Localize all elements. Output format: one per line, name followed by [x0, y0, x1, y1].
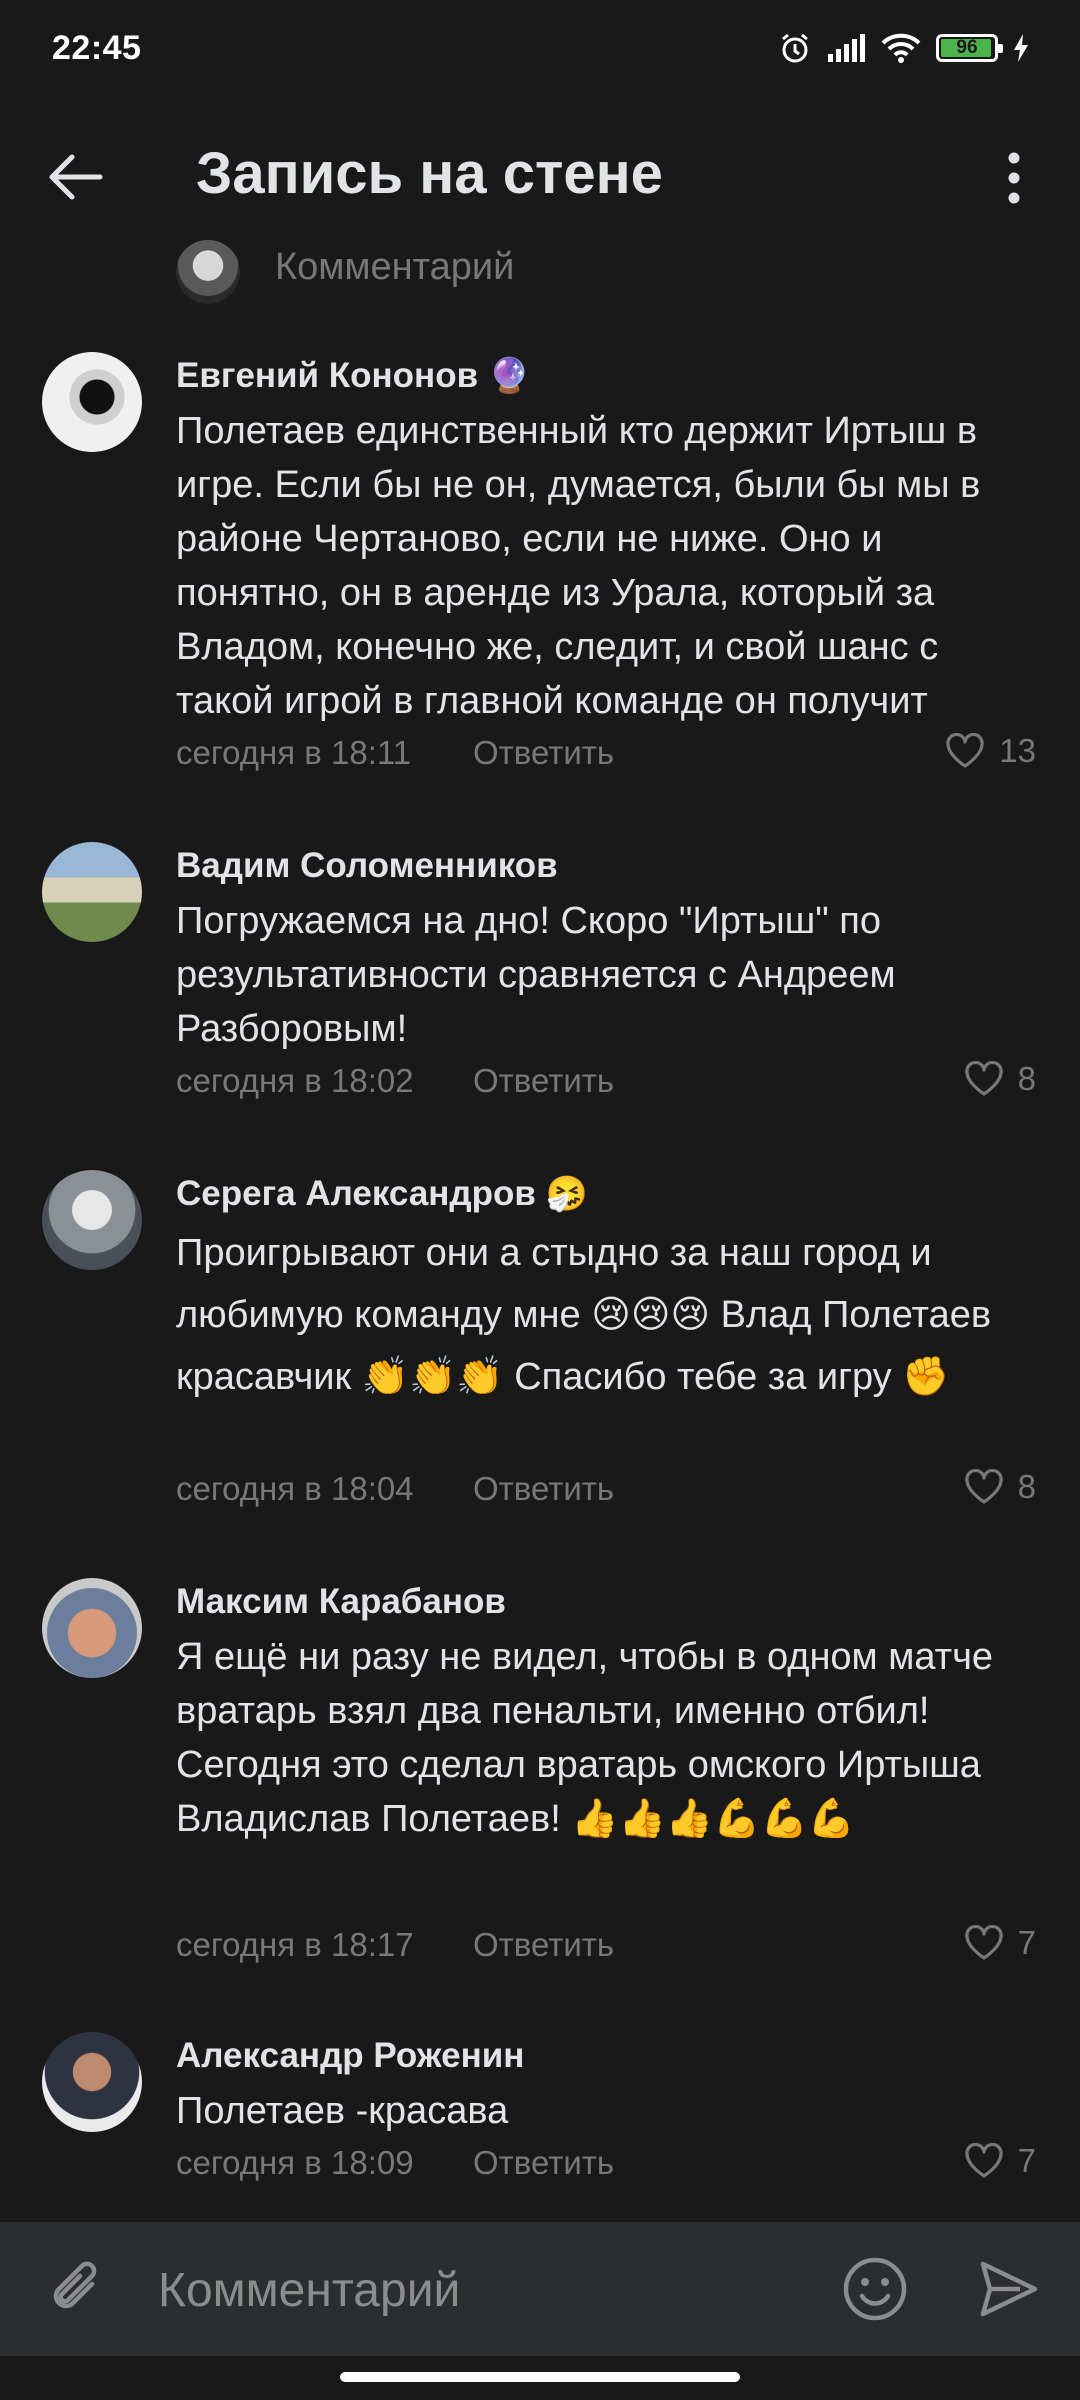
avatar[interactable]	[42, 2032, 142, 2132]
like-button[interactable]: 8	[964, 1060, 1036, 1098]
comment-time: сегодня в 18:02	[176, 1062, 414, 1099]
status-time: 22:45	[52, 28, 142, 67]
comment-text: Проигрывают они а стыдно за наш город и …	[176, 1232, 992, 1398]
signal-icon	[826, 32, 866, 64]
avatar[interactable]	[42, 1578, 142, 1678]
author-name[interactable]: Максим Карабанов	[176, 1582, 506, 1622]
avatar[interactable]	[42, 842, 142, 942]
like-count: 7	[1017, 1924, 1036, 1961]
avatar[interactable]	[42, 1170, 142, 1270]
smile-icon	[843, 2257, 907, 2321]
reply-placeholder[interactable]: Комментарий	[275, 246, 514, 289]
more-vertical-icon	[1008, 152, 1020, 204]
like-button[interactable]: 8	[964, 1468, 1036, 1506]
attach-button[interactable]	[42, 2254, 112, 2324]
avatar[interactable]	[42, 352, 142, 452]
comment-text: Погружаемся на дно! Скоро "Иртыш" по рез…	[176, 900, 896, 1050]
like-count: 13	[999, 732, 1036, 769]
comment-author[interactable]: Александр Роженин	[176, 2036, 524, 2076]
arrow-left-icon	[49, 154, 103, 200]
avatar	[176, 240, 240, 304]
comment-input[interactable]	[156, 2252, 800, 2328]
send-icon	[980, 2261, 1038, 2317]
author-name[interactable]: Вадим Соломенников	[176, 846, 558, 886]
reply-button[interactable]: Ответить	[473, 734, 614, 772]
reply-button[interactable]: Ответить	[473, 1470, 614, 1508]
back-button[interactable]	[44, 145, 108, 209]
comment-text: Полетаев единственный кто держит Иртыш в…	[176, 410, 981, 722]
comment-author[interactable]: Евгений Кононов 🔮	[176, 356, 530, 396]
heart-icon	[965, 1061, 1003, 1096]
comment-composer	[0, 2222, 1080, 2356]
heart-icon	[965, 2143, 1003, 2178]
author-name[interactable]: Евгений Кононов	[176, 356, 478, 396]
comment-author[interactable]: Серега Александров 🤧	[176, 1174, 588, 1214]
comment-author[interactable]: Вадим Соломенников	[176, 846, 558, 886]
comment-text: Я ещё ни разу не видел, чтобы в одном ма…	[176, 1636, 993, 1840]
like-button[interactable]: 7	[964, 1924, 1036, 1962]
send-button[interactable]	[972, 2252, 1046, 2326]
author-name[interactable]: Серега Александров	[176, 1174, 536, 1214]
home-indicator[interactable]	[340, 2372, 740, 2382]
page-title: Запись на стене	[196, 141, 663, 206]
comment-time: сегодня в 18:17	[176, 1926, 414, 1963]
reply-button[interactable]: Ответить	[473, 2144, 614, 2182]
like-count: 7	[1017, 2142, 1036, 2179]
heart-icon	[965, 1469, 1003, 1504]
comment-time: сегодня в 18:11	[176, 734, 412, 771]
reply-button[interactable]: Ответить	[473, 1926, 614, 1964]
battery-text: 96	[956, 37, 978, 58]
reply-button[interactable]: Ответить	[473, 1062, 614, 1100]
more-menu-button[interactable]	[984, 146, 1044, 210]
status-bar: 22:45 96	[0, 0, 1080, 96]
heart-icon	[946, 733, 984, 768]
comment-author[interactable]: Максим Карабанов	[176, 1582, 506, 1622]
crystal-ball-icon: 🔮	[488, 357, 531, 395]
like-button[interactable]: 7	[964, 2142, 1036, 2180]
like-count: 8	[1017, 1468, 1036, 1505]
paperclip-icon	[53, 2261, 97, 2309]
like-button[interactable]: 13	[945, 732, 1036, 770]
like-count: 8	[1017, 1060, 1036, 1097]
status-icons: 96	[778, 31, 1030, 65]
sneezing-face-icon: 🤧	[545, 1175, 589, 1213]
alarm-icon	[778, 31, 812, 65]
reply-composer-row[interactable]: Комментарий	[0, 236, 1080, 306]
author-name[interactable]: Александр Роженин	[176, 2036, 524, 2076]
comment-text: Полетаев -красава	[176, 2090, 509, 2132]
heart-icon	[965, 1925, 1003, 1960]
charging-icon	[1012, 33, 1030, 63]
comment-time: сегодня в 18:04	[176, 1470, 414, 1507]
comment-time: сегодня в 18:09	[176, 2144, 414, 2181]
battery-icon: 96	[936, 34, 1003, 62]
emoji-button[interactable]	[840, 2254, 910, 2324]
wifi-icon	[880, 32, 922, 64]
header: Запись на стене	[0, 110, 1080, 240]
